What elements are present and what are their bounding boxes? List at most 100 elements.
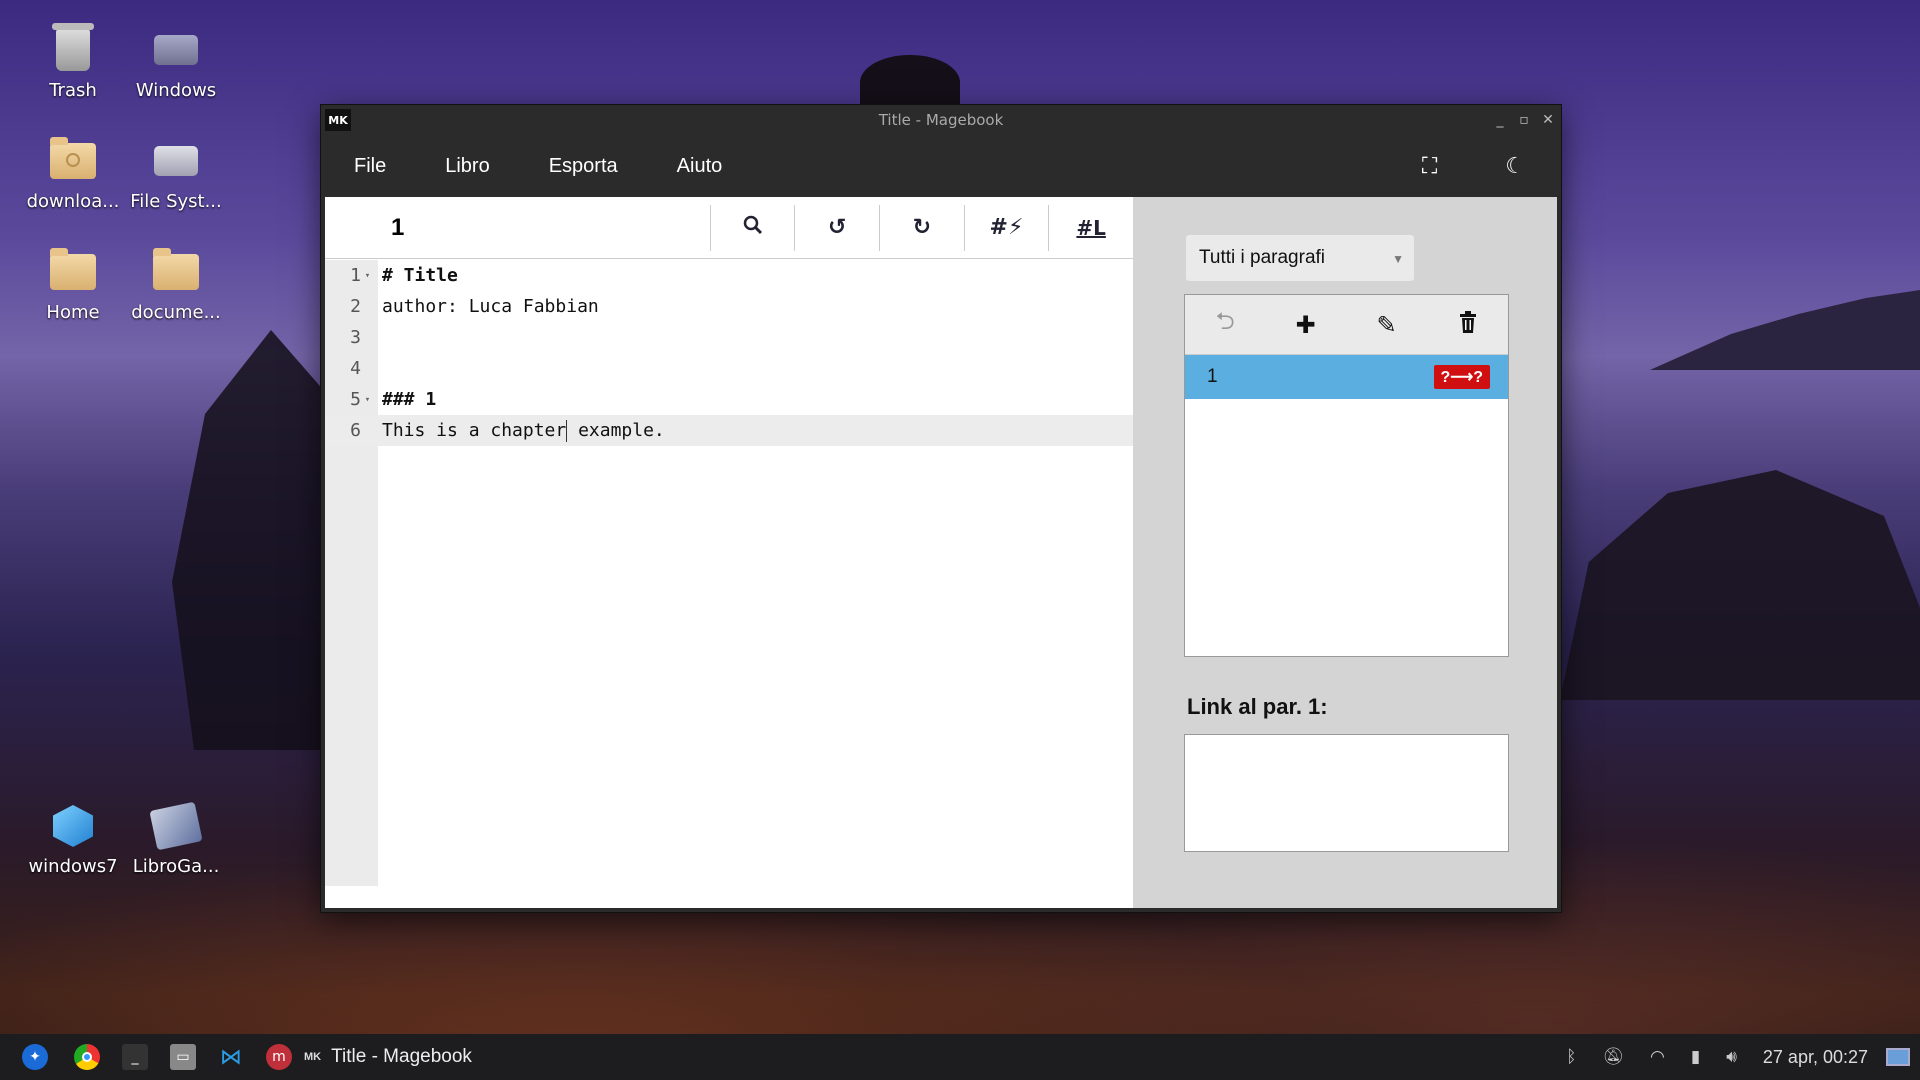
desktop-icon-label: windows7 bbox=[28, 856, 118, 877]
code-text-after-cursor: example. bbox=[567, 419, 665, 441]
search-icon bbox=[743, 215, 763, 241]
desktop-icon-windows7[interactable]: windows7 bbox=[21, 802, 125, 877]
fullscreen-icon[interactable]: ⛶ bbox=[1422, 154, 1437, 179]
trash-icon bbox=[49, 23, 97, 74]
paragraph-list-item-selected[interactable]: 1 ?⟶? bbox=[1185, 355, 1508, 399]
delete-trash-icon[interactable] bbox=[1458, 310, 1478, 339]
desktop-icon-label: LibroGa... bbox=[132, 856, 220, 877]
gamebook-icon bbox=[149, 801, 203, 851]
hash-link-icon: #L bbox=[1076, 215, 1106, 240]
file-manager-icon[interactable]: ▭ bbox=[170, 1044, 196, 1070]
links-list bbox=[1184, 734, 1509, 852]
redo-icon: ↻ bbox=[912, 215, 932, 240]
missing-link-badge: ?⟶? bbox=[1433, 365, 1490, 389]
line-number: 3 bbox=[350, 327, 361, 348]
folder-documents-icon bbox=[152, 248, 200, 296]
paragraph-title: 1 bbox=[391, 213, 405, 241]
main-content: 1 ↺ ↻ #⚡ #L 1 ▾ # Title 2 author: Luca F… bbox=[325, 197, 1557, 908]
battery-icon[interactable]: ▮ bbox=[1691, 1047, 1700, 1067]
show-desktop-icon[interactable] bbox=[1886, 1048, 1910, 1066]
drive-icon bbox=[152, 26, 200, 74]
window-controls: _ ▫ ✕ bbox=[1493, 105, 1555, 135]
system-tray: ᛒ 🔕︎ ◠ ▮ 🔊︎ 27 apr, 00:27 bbox=[1566, 1034, 1920, 1080]
editor-toolbar: 1 ↺ ↻ #⚡ #L bbox=[325, 197, 1133, 259]
maximize-icon[interactable]: ▫ bbox=[1517, 112, 1531, 128]
paragraph-label: 1 bbox=[1207, 366, 1218, 387]
line-number: 1 bbox=[350, 265, 361, 286]
undo-button[interactable]: ↺ bbox=[794, 204, 879, 251]
menu-file[interactable]: File bbox=[354, 155, 386, 178]
taskbar-active-app[interactable]: MK Title - Magebook bbox=[304, 1046, 472, 1068]
paragraph-filter-value: Tutti i paragrafi bbox=[1199, 247, 1326, 268]
desktop-icon-downloads[interactable]: downloa... bbox=[21, 137, 125, 212]
back-arrow-icon[interactable]: ⮌ bbox=[1215, 304, 1234, 345]
fold-arrow-icon[interactable]: ▾ bbox=[361, 271, 374, 281]
app-logo: MK bbox=[325, 109, 351, 131]
mailspring-icon[interactable]: m bbox=[266, 1044, 292, 1070]
close-icon[interactable]: ✕ bbox=[1541, 112, 1555, 128]
desktop-icon-windows[interactable]: Windows bbox=[124, 26, 228, 101]
desktop-icon-home[interactable]: Home bbox=[21, 248, 125, 323]
background-hills bbox=[1650, 290, 1920, 370]
menu-aiuto[interactable]: Aiuto bbox=[677, 155, 723, 178]
code-line: 1 ▾ # Title bbox=[325, 260, 1133, 291]
wifi-icon[interactable]: ◠ bbox=[1650, 1047, 1665, 1067]
menu-right-icons: ⛶ ☾ bbox=[1422, 135, 1525, 197]
redo-button[interactable]: ↻ bbox=[879, 204, 964, 251]
paragraph-sidebar: Tutti i paragrafi ▼ ⮌ ✚ ✎ 1 ?⟶? Link al … bbox=[1133, 197, 1557, 908]
dark-mode-moon-icon[interactable]: ☾ bbox=[1505, 154, 1525, 179]
minimize-icon[interactable]: _ bbox=[1493, 112, 1507, 128]
start-menu-icon[interactable]: ✦ bbox=[22, 1044, 48, 1070]
notifications-off-icon[interactable]: 🔕︎ bbox=[1602, 1047, 1624, 1067]
code-line: 3 bbox=[325, 322, 1133, 353]
paragraph-list-panel: ⮌ ✚ ✎ 1 ?⟶? bbox=[1184, 294, 1509, 657]
folder-home-icon bbox=[49, 248, 97, 296]
code-text: ### 1 bbox=[382, 389, 437, 410]
links-title: Link al par. 1: bbox=[1187, 694, 1328, 719]
drive-icon bbox=[152, 137, 200, 185]
bluetooth-icon[interactable]: ᛒ bbox=[1566, 1047, 1576, 1067]
taskbar: ✦ _ ▭ ⋈ m MK Title - Magebook ᛒ 🔕︎ ◠ ▮ 🔊… bbox=[0, 1034, 1920, 1080]
undo-icon: ↺ bbox=[827, 215, 847, 240]
chrome-icon[interactable] bbox=[74, 1044, 100, 1070]
fold-arrow-icon[interactable]: ▾ bbox=[361, 395, 374, 405]
menu-bar: File Libro Esporta Aiuto ⛶ ☾ bbox=[321, 135, 1561, 197]
new-paragraph-link-button[interactable]: #⚡ bbox=[963, 204, 1049, 251]
magebook-logo-icon: MK bbox=[304, 1051, 322, 1063]
code-text: author: Luca Fabbian bbox=[382, 296, 599, 317]
background-rock bbox=[860, 55, 960, 110]
desktop-icon-documents[interactable]: docume... bbox=[124, 248, 228, 323]
insert-link-button[interactable]: #L bbox=[1048, 204, 1133, 251]
window-titlebar[interactable]: MK Title - Magebook _ ▫ ✕ bbox=[321, 105, 1561, 135]
menu-esporta[interactable]: Esporta bbox=[549, 155, 618, 178]
background-rock bbox=[1560, 470, 1920, 700]
paragraph-list-toolbar: ⮌ ✚ ✎ bbox=[1185, 295, 1508, 355]
desktop-icon-trash[interactable]: Trash bbox=[21, 23, 125, 101]
editor-pane: 1 ↺ ↻ #⚡ #L 1 ▾ # Title 2 author: Luca F… bbox=[325, 197, 1133, 908]
search-button[interactable] bbox=[709, 204, 795, 251]
code-line-active: 6 This is a chapter example. bbox=[325, 415, 1133, 446]
vscode-icon[interactable]: ⋈ bbox=[218, 1044, 244, 1070]
code-editor[interactable]: 1 ▾ # Title 2 author: Luca Fabbian 3 4 5… bbox=[325, 260, 1133, 908]
add-paragraph-icon[interactable]: ✚ bbox=[1296, 311, 1316, 339]
menu-libro[interactable]: Libro bbox=[445, 155, 489, 178]
line-number: 4 bbox=[350, 358, 361, 379]
code-line: 5 ▾ ### 1 bbox=[325, 384, 1133, 415]
clock[interactable]: 27 apr, 00:27 bbox=[1763, 1047, 1868, 1068]
terminal-icon[interactable]: _ bbox=[122, 1044, 148, 1070]
desktop-icon-label: Home bbox=[46, 302, 100, 323]
desktop-icon-librogame[interactable]: LibroGa... bbox=[124, 801, 228, 877]
edit-pencil-icon[interactable]: ✎ bbox=[1377, 311, 1397, 339]
code-line: 2 author: Luca Fabbian bbox=[325, 291, 1133, 322]
desktop-icon-label: Trash bbox=[49, 80, 97, 101]
chevron-down-icon: ▼ bbox=[1392, 252, 1404, 266]
desktop-icon-label: Windows bbox=[135, 80, 217, 101]
volume-icon[interactable]: 🔊︎ bbox=[1726, 1047, 1737, 1067]
desktop-icon-file-system[interactable]: File Syst... bbox=[124, 137, 228, 212]
line-number: 2 bbox=[350, 296, 361, 317]
hash-lightning-icon: #⚡ bbox=[989, 215, 1024, 240]
code-text-before-cursor: This is a chapter bbox=[382, 419, 567, 441]
code-line: 4 bbox=[325, 353, 1133, 384]
paragraph-filter-select[interactable]: Tutti i paragrafi ▼ bbox=[1186, 235, 1414, 281]
virtualbox-icon bbox=[49, 802, 97, 850]
